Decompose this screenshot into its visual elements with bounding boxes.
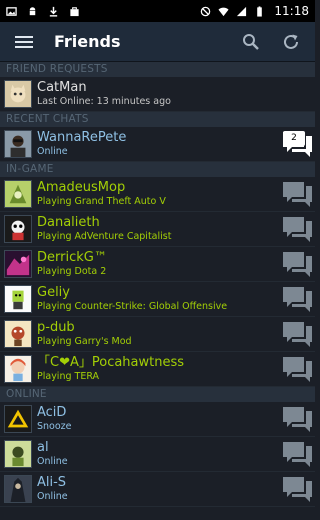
- avatar: [4, 440, 32, 468]
- friend-status: Snooze: [37, 421, 72, 432]
- friend-status: Playing Garry's Mod: [37, 336, 132, 347]
- chat-button[interactable]: [282, 441, 313, 469]
- friend-status: Last Online: 13 minutes ago: [37, 96, 171, 107]
- chat-button[interactable]: [282, 356, 313, 384]
- friend-name: Geliy: [37, 285, 70, 300]
- friend-status: Online: [37, 491, 68, 502]
- signal-icon: [237, 6, 247, 16]
- list-item[interactable]: AmadeusMop Playing Grand Theft Auto V: [0, 177, 315, 212]
- do-not-disturb-icon: [201, 6, 211, 16]
- avatar: [4, 355, 32, 383]
- friend-name: al: [37, 440, 49, 455]
- avatar: [4, 130, 32, 158]
- unread-count-badge: 2: [283, 131, 305, 146]
- status-bar: 11:18: [0, 0, 315, 22]
- chat-button[interactable]: [282, 181, 313, 209]
- clock: 11:18: [274, 4, 309, 18]
- chat-button[interactable]: [282, 321, 313, 349]
- list-item[interactable]: WannaRePete Online 2: [0, 127, 315, 162]
- chat-icon: [283, 477, 312, 502]
- list-item[interactable]: al Online: [0, 437, 315, 472]
- avatar: [4, 320, 32, 348]
- list-item[interactable]: AciD Snooze: [0, 402, 315, 437]
- friend-name: DerrickG™: [37, 250, 107, 265]
- friend-status: Playing AdVenture Capitalist: [37, 231, 172, 242]
- chat-icon: [283, 322, 312, 347]
- friend-status: Online: [37, 456, 68, 467]
- friend-name: Ali-S: [37, 475, 67, 490]
- avatar: [4, 405, 32, 433]
- friend-name: p-dub: [37, 320, 75, 335]
- menu-button[interactable]: [10, 28, 38, 56]
- download-icon: [49, 6, 58, 17]
- friend-name: WannaRePete: [37, 130, 127, 145]
- avatar: [4, 180, 32, 208]
- avatar: [4, 250, 32, 278]
- chat-button[interactable]: [282, 476, 313, 504]
- section-in-game: IN-GAME: [0, 162, 315, 177]
- wifi-icon: [218, 7, 229, 16]
- friend-status: Playing Grand Theft Auto V: [37, 196, 166, 207]
- friend-name: AciD: [37, 405, 67, 420]
- refresh-icon: [284, 34, 298, 49]
- list-item[interactable]: DerrickG™ Playing Dota 2: [0, 247, 315, 282]
- avatar: [4, 215, 32, 243]
- friend-status: Playing Counter-Strike: Global Offensive: [37, 301, 228, 312]
- section-recent-chats: RECENT CHATS: [0, 112, 315, 127]
- avatar: [4, 285, 32, 313]
- section-online: ONLINE: [0, 387, 315, 402]
- chat-button[interactable]: 2: [282, 131, 313, 159]
- chat-button[interactable]: [282, 216, 313, 244]
- friend-status: Playing Dota 2: [37, 266, 107, 277]
- refresh-button[interactable]: [277, 28, 305, 56]
- bag-icon: [70, 6, 79, 16]
- search-icon: [243, 33, 259, 50]
- friend-status: Online: [37, 146, 68, 157]
- chat-icon: [283, 287, 312, 312]
- page-title: Friends: [54, 32, 121, 51]
- list-item[interactable]: Danalieth Playing AdVenture Capitalist: [0, 212, 315, 247]
- avatar: [4, 475, 32, 503]
- chat-icon: [283, 442, 312, 467]
- app-bar: Friends: [0, 22, 315, 62]
- chat-icon: [283, 407, 312, 432]
- list-item[interactable]: Geliy Playing Counter-Strike: Global Off…: [0, 282, 315, 317]
- battery-icon: [257, 5, 263, 17]
- section-friend-requests: FRIEND REQUESTS: [0, 62, 315, 77]
- list-item[interactable]: CatMan Last Online: 13 minutes ago: [0, 77, 315, 112]
- hamburger-icon: [15, 35, 33, 48]
- list-item[interactable]: 「C❤A」Pocahawtness Playing TERA: [0, 352, 315, 387]
- list-item[interactable]: p-dub Playing Garry's Mod: [0, 317, 315, 352]
- friend-name: AmadeusMop: [37, 180, 126, 195]
- friend-name: Danalieth: [37, 215, 100, 230]
- chat-icon: [283, 217, 312, 242]
- chat-icon: [283, 252, 312, 277]
- list-item[interactable]: Ali-S Online: [0, 472, 315, 507]
- chat-button[interactable]: [282, 286, 313, 314]
- chat-button[interactable]: [282, 406, 313, 434]
- friend-status: Playing TERA: [37, 371, 100, 382]
- android-icon: [29, 6, 36, 15]
- search-button[interactable]: [237, 28, 265, 56]
- friend-name: 「C❤A」Pocahawtness: [37, 355, 185, 370]
- avatar: [4, 80, 32, 108]
- friend-name: CatMan: [37, 80, 87, 95]
- chat-icon: [283, 357, 312, 382]
- chat-icon: [283, 182, 312, 207]
- chat-button[interactable]: [282, 251, 313, 279]
- image-notification-icon: [6, 6, 17, 16]
